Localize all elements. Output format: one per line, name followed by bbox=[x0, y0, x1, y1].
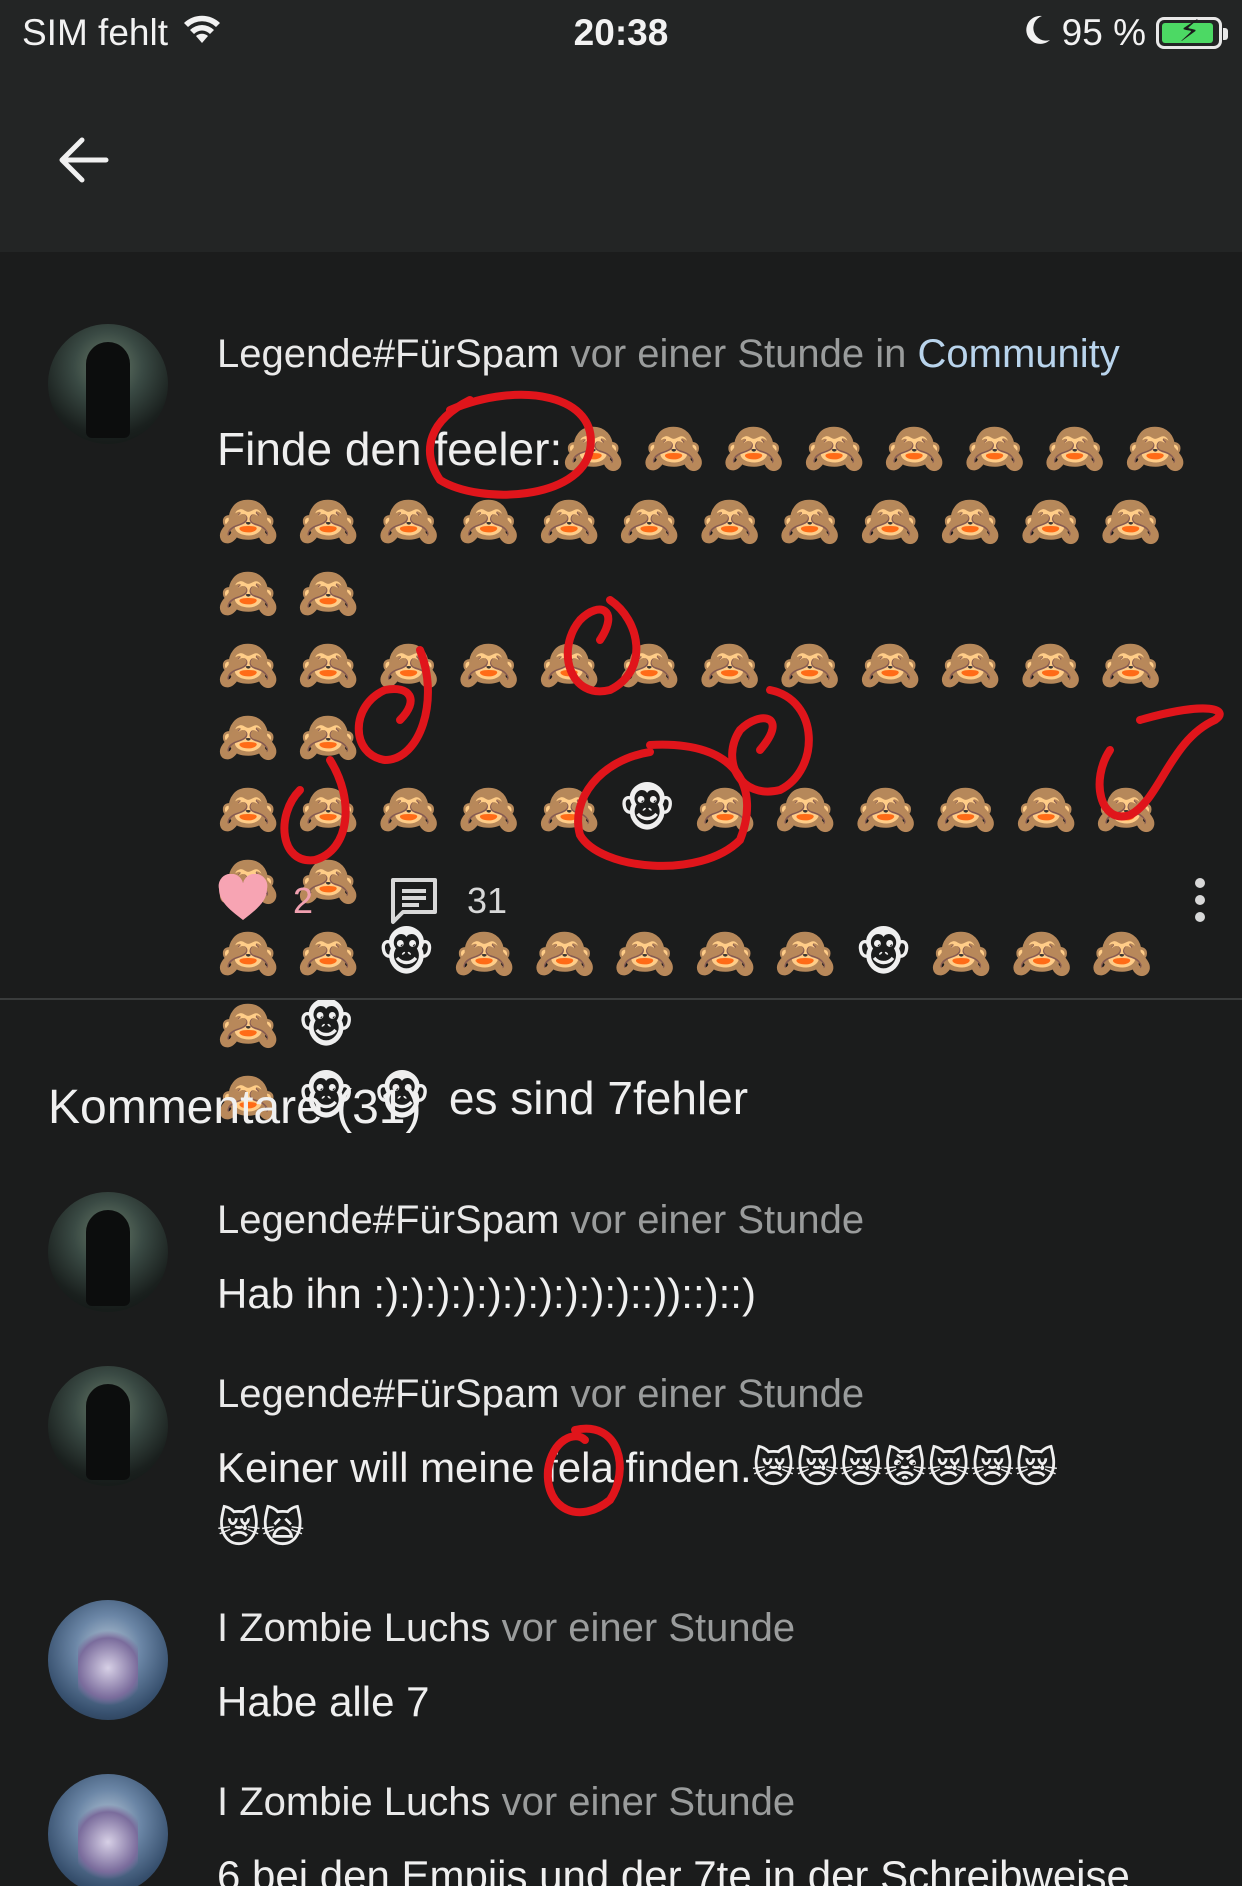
comment-text-line-2: 😿🙀 bbox=[217, 1504, 305, 1551]
comment-meta: Legende#FürSpam vor einer Stunde bbox=[217, 1198, 864, 1243]
comment-text: Hab ihn :):):):):):):):):):)::))::)::) bbox=[217, 1270, 756, 1317]
avatar[interactable] bbox=[48, 1600, 168, 1720]
emoji-row-3: 🙈🙈🙈🙈🙈🙈🙈🙈🙈🙈🙈🙈🙈🙈 bbox=[217, 637, 1181, 765]
like-count: 2 bbox=[293, 880, 314, 921]
community-link[interactable]: Community bbox=[918, 332, 1120, 376]
comment-time: vor einer Stunde bbox=[501, 1780, 796, 1824]
emoji-row-1: 🙈🙈🙈🙈🙈🙈🙈🙈 bbox=[562, 420, 1205, 476]
emoji-row-5: 🙈🙈🐵🙈🙈🙈🙈🙈🐵🙈🙈🙈🙈🐵 bbox=[217, 925, 1172, 1053]
charging-bolt-icon: ⚡ bbox=[1179, 15, 1201, 48]
back-button[interactable] bbox=[52, 128, 116, 192]
comment-meta: Legende#FürSpam vor einer Stunde bbox=[217, 1372, 864, 1417]
post-line-1: Finde den feeler:🙈🙈🙈🙈🙈🙈🙈🙈 bbox=[217, 412, 1207, 485]
comment-meta: I Zombie Luchs vor einer Stunde bbox=[217, 1606, 795, 1651]
moon-icon bbox=[1022, 12, 1052, 54]
heart-icon[interactable] bbox=[217, 873, 269, 927]
post-card: Legende#FürSpam vor einer Stunde in Comm… bbox=[0, 252, 1242, 1125]
status-bar: SIM fehlt 20:38 95 % ⚡ bbox=[0, 0, 1242, 64]
comment-meta: I Zombie Luchs vor einer Stunde bbox=[217, 1780, 795, 1825]
avatar[interactable] bbox=[48, 324, 168, 444]
post-actions: 2 31 bbox=[217, 873, 1207, 931]
avatar[interactable] bbox=[48, 1192, 168, 1312]
comment-author[interactable]: Legende#FürSpam bbox=[217, 1198, 559, 1242]
battery-percent: 95 % bbox=[1061, 12, 1146, 53]
more-vert-icon[interactable] bbox=[1193, 878, 1207, 922]
comment-count: 31 bbox=[467, 880, 508, 921]
post-in-label: in bbox=[875, 332, 907, 376]
app-bar bbox=[0, 64, 1242, 252]
avatar[interactable] bbox=[48, 1774, 168, 1886]
divider bbox=[0, 998, 1242, 1000]
comment-text: Habe alle 7 bbox=[217, 1678, 430, 1725]
post-text-suffix: es sind 7fehler bbox=[448, 1072, 749, 1124]
comment-author[interactable]: Legende#FürSpam bbox=[217, 1372, 559, 1416]
comment-time: vor einer Stunde bbox=[570, 1198, 865, 1242]
emoji-row-2: 🙈🙈🙈🙈🙈🙈🙈🙈🙈🙈🙈🙈🙈🙈 bbox=[217, 493, 1181, 621]
arrow-left-icon bbox=[59, 137, 109, 183]
battery-icon: ⚡ bbox=[1156, 15, 1228, 49]
comment-author[interactable]: I Zombie Luchs bbox=[217, 1780, 490, 1824]
comments-heading: Kommentare (31) bbox=[48, 1081, 422, 1134]
status-right: 95 % ⚡ bbox=[1022, 12, 1228, 54]
post-author[interactable]: Legende#FürSpam bbox=[217, 332, 559, 376]
comment-text: 6 bei den Empiis und der 7te in der Schr… bbox=[217, 1852, 1130, 1886]
comment-time: vor einer Stunde bbox=[501, 1606, 796, 1650]
post-text-prefix: Finde den feeler: bbox=[217, 423, 563, 475]
comment-time: vor einer Stunde bbox=[570, 1372, 865, 1416]
post-meta: Legende#FürSpam vor einer Stunde in Comm… bbox=[217, 332, 1120, 377]
comment-text: Keiner will meine fela finden.😿😿😿😾😿😿😿 😿🙀 bbox=[217, 1438, 1207, 1558]
post-body: Finde den feeler:🙈🙈🙈🙈🙈🙈🙈🙈 🙈🙈🙈🙈🙈🙈🙈🙈🙈🙈🙈🙈🙈🙈… bbox=[217, 412, 1207, 1134]
comment-author[interactable]: I Zombie Luchs bbox=[217, 1606, 490, 1650]
post-time: vor einer Stunde bbox=[570, 332, 865, 376]
comment-text-line-1: Keiner will meine fela finden.😿😿😿😾😿😿😿 bbox=[217, 1444, 1059, 1491]
comment-icon[interactable] bbox=[389, 876, 439, 931]
avatar[interactable] bbox=[48, 1366, 168, 1486]
